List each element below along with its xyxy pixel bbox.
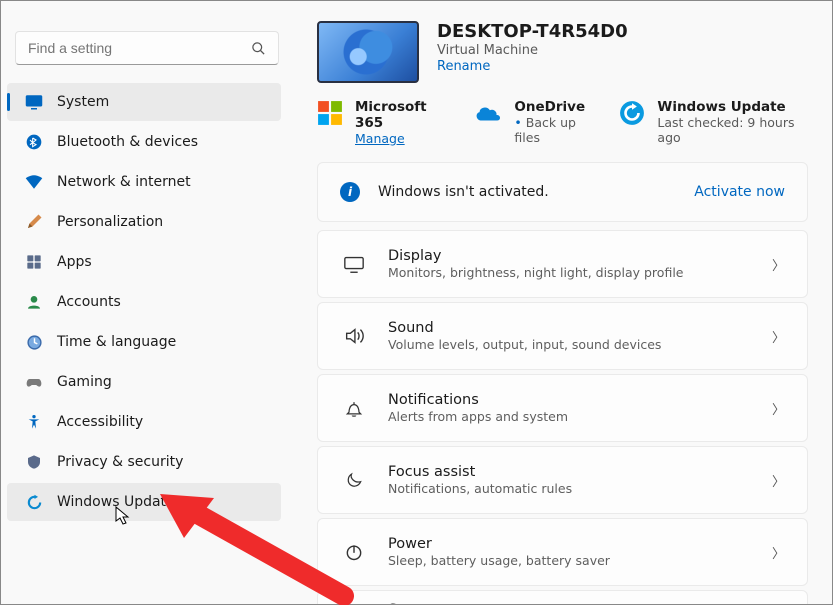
quick-link-microsoft365[interactable]: Microsoft 365 Manage xyxy=(317,99,450,146)
settings-card-notifications[interactable]: Notifications Alerts from apps and syste… xyxy=(317,374,808,442)
quick-link-sub[interactable]: Manage xyxy=(355,131,450,146)
wifi-icon xyxy=(25,173,43,191)
sound-icon xyxy=(340,325,368,347)
sidebar-item-label: Network & internet xyxy=(57,174,191,190)
sidebar: System Bluetooth & devices Network & int… xyxy=(1,1,293,604)
microsoft365-icon xyxy=(317,99,343,127)
desktop-wallpaper-thumbnail xyxy=(317,21,419,83)
card-title: Power xyxy=(388,536,772,552)
sidebar-item-label: Accounts xyxy=(57,294,121,310)
card-title: Focus assist xyxy=(388,464,772,480)
sidebar-item-windows-update[interactable]: Windows Update xyxy=(7,483,281,521)
card-title: Storage xyxy=(388,602,772,604)
sidebar-item-personalization[interactable]: Personalization xyxy=(7,203,281,241)
sidebar-item-accessibility[interactable]: Accessibility xyxy=(7,403,281,441)
person-icon xyxy=(25,294,43,310)
storage-icon xyxy=(340,600,368,604)
sidebar-item-label: System xyxy=(57,94,109,110)
rename-link[interactable]: Rename xyxy=(437,59,628,74)
sidebar-item-gaming[interactable]: Gaming xyxy=(7,363,281,401)
display-icon xyxy=(340,253,368,275)
chevron-right-icon: 〉 xyxy=(772,399,785,418)
sidebar-item-label: Personalization xyxy=(57,214,163,230)
apps-icon xyxy=(25,254,43,270)
sidebar-item-time-language[interactable]: Time & language xyxy=(7,323,281,361)
chevron-right-icon: 〉 xyxy=(772,327,785,346)
card-title: Display xyxy=(388,248,772,264)
card-title: Notifications xyxy=(388,392,772,408)
quick-link-title: Microsoft 365 xyxy=(355,99,450,131)
computer-name: DESKTOP-T4R54D0 xyxy=(437,21,628,42)
activate-now-link[interactable]: Activate now xyxy=(694,184,785,200)
card-subtitle: Monitors, brightness, night light, displ… xyxy=(388,265,772,280)
sidebar-item-label: Accessibility xyxy=(57,414,143,430)
bell-icon xyxy=(340,398,368,418)
chevron-right-icon: 〉 xyxy=(772,471,785,490)
sidebar-item-bluetooth[interactable]: Bluetooth & devices xyxy=(7,123,281,161)
activation-text: Windows isn't activated. xyxy=(378,184,694,200)
quick-link-sub: Last checked: 9 hours ago xyxy=(657,115,808,145)
quick-link-sub[interactable]: Back up files xyxy=(514,115,595,145)
activation-banner: i Windows isn't activated. Activate now xyxy=(317,162,808,222)
card-subtitle: Notifications, automatic rules xyxy=(388,481,772,496)
chevron-right-icon: 〉 xyxy=(772,601,785,605)
globe-clock-icon xyxy=(25,334,43,351)
search-icon xyxy=(251,41,266,56)
search-input[interactable] xyxy=(28,40,251,56)
accessibility-icon xyxy=(25,414,43,430)
sidebar-item-system[interactable]: System xyxy=(7,83,281,121)
sidebar-item-network[interactable]: Network & internet xyxy=(7,163,281,201)
settings-card-display[interactable]: Display Monitors, brightness, night ligh… xyxy=(317,230,808,298)
chevron-right-icon: 〉 xyxy=(772,543,785,562)
power-icon xyxy=(340,542,368,562)
main-content: DESKTOP-T4R54D0 Virtual Machine Rename M… xyxy=(293,1,832,604)
settings-card-storage[interactable]: Storage 〉 xyxy=(317,590,808,604)
settings-card-focus-assist[interactable]: Focus assist Notifications, automatic ru… xyxy=(317,446,808,514)
sidebar-item-accounts[interactable]: Accounts xyxy=(7,283,281,321)
quick-link-windows-update[interactable]: Windows Update Last checked: 9 hours ago xyxy=(619,99,808,146)
card-title: Sound xyxy=(388,320,772,336)
sidebar-item-label: Privacy & security xyxy=(57,454,183,470)
sidebar-item-apps[interactable]: Apps xyxy=(7,243,281,281)
computer-type: Virtual Machine xyxy=(437,43,628,58)
update-icon xyxy=(25,494,43,511)
quick-link-title: Windows Update xyxy=(657,99,808,115)
quick-link-onedrive[interactable]: OneDrive Back up files xyxy=(474,99,595,146)
settings-card-sound[interactable]: Sound Volume levels, output, input, soun… xyxy=(317,302,808,370)
chevron-right-icon: 〉 xyxy=(772,255,785,274)
shield-icon xyxy=(25,454,43,470)
sidebar-item-label: Bluetooth & devices xyxy=(57,134,198,150)
search-input-wrapper[interactable] xyxy=(15,31,279,65)
quick-link-title: OneDrive xyxy=(514,99,595,115)
sidebar-item-privacy-security[interactable]: Privacy & security xyxy=(7,443,281,481)
gamepad-icon xyxy=(25,373,43,391)
sidebar-item-label: Apps xyxy=(57,254,92,270)
settings-card-power[interactable]: Power Sleep, battery usage, battery save… xyxy=(317,518,808,586)
info-icon: i xyxy=(340,182,360,202)
sidebar-item-label: Gaming xyxy=(57,374,112,390)
bluetooth-icon xyxy=(25,134,43,150)
onedrive-icon xyxy=(474,99,502,127)
paintbrush-icon xyxy=(25,213,43,231)
card-subtitle: Sleep, battery usage, battery saver xyxy=(388,553,772,568)
card-subtitle: Volume levels, output, input, sound devi… xyxy=(388,337,772,352)
update-circle-icon xyxy=(619,99,645,127)
moon-icon xyxy=(340,470,368,490)
sidebar-item-label: Windows Update xyxy=(57,494,175,510)
card-subtitle: Alerts from apps and system xyxy=(388,409,772,424)
sidebar-item-label: Time & language xyxy=(57,334,176,350)
system-icon xyxy=(25,93,43,111)
